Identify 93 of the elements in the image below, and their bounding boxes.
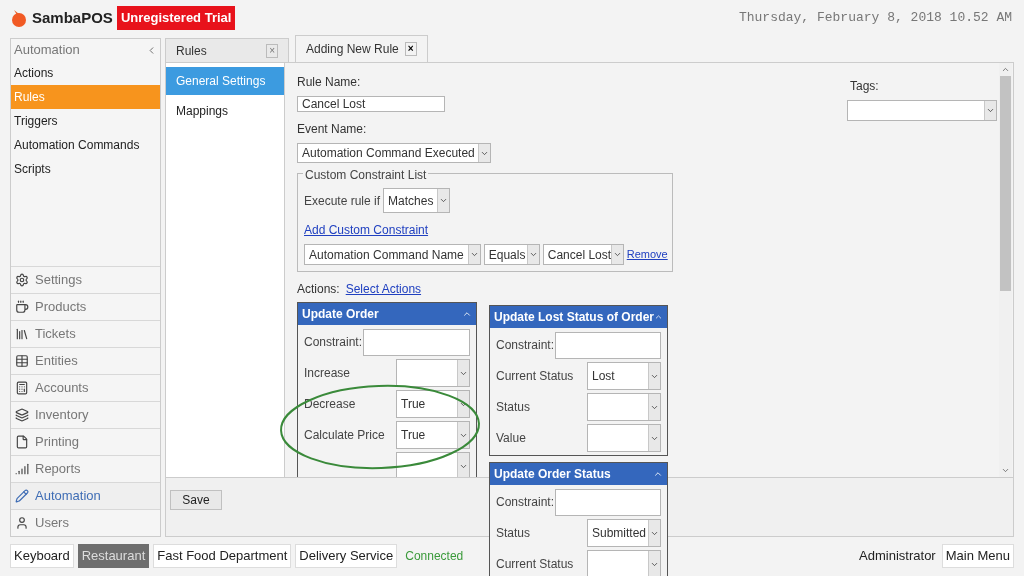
module-item[interactable]: Users	[11, 509, 160, 536]
field-label: Constraint:	[496, 337, 555, 354]
caret-icon	[986, 106, 995, 115]
card-title: Update Order	[302, 306, 379, 323]
field-label: Rule Name:	[297, 74, 362, 91]
module-item[interactable]: Products	[11, 293, 160, 320]
tab[interactable]: Adding New Rule ×	[295, 35, 428, 62]
bars-icon	[15, 462, 29, 476]
dropdown[interactable]: Automation Command Name	[304, 244, 481, 265]
remove-link[interactable]: Remove	[626, 246, 668, 263]
input-field[interactable]: Cancel Lost	[297, 96, 445, 112]
caret-icon	[612, 250, 622, 259]
calculator-icon	[15, 381, 29, 395]
close-button[interactable]: ×	[404, 42, 417, 56]
field-label: Current Status	[496, 556, 574, 573]
field-label: Tags:	[849, 78, 880, 95]
dropdown[interactable]	[847, 100, 997, 121]
dropdown[interactable]	[396, 359, 470, 387]
department-button[interactable]: Fast Food Department	[153, 544, 292, 568]
field-label: Constraint:	[496, 494, 555, 511]
tab[interactable]: Rules ×	[165, 38, 289, 62]
main-menu-button[interactable]: Main Menu	[941, 544, 1014, 568]
dropdown[interactable]: Lost	[587, 362, 661, 390]
dropdown[interactable]	[587, 550, 661, 576]
subnav-item[interactable]: Mappings	[166, 97, 284, 125]
date-time: Thursday, February 8, 2018 10.52 AM	[738, 9, 1012, 28]
field-label: Increase	[304, 365, 351, 382]
books-icon	[15, 327, 29, 341]
caret-icon	[469, 250, 479, 259]
pencil-icon	[15, 489, 29, 503]
collapse-icon[interactable]	[654, 312, 663, 322]
brand-name: SambaPOS	[32, 7, 113, 28]
field-label: Calculate Price	[304, 427, 385, 444]
sidebar-item[interactable]: Triggers	[11, 109, 160, 133]
module-item[interactable]: Automation	[11, 482, 160, 509]
module-item[interactable]: Settings	[11, 266, 160, 293]
user-name: Administrator	[859, 547, 936, 566]
module-item[interactable]: Inventory	[11, 401, 160, 428]
dropdown[interactable]: Matches	[383, 188, 451, 213]
module-item[interactable]: Entities	[11, 347, 160, 374]
sidebar-item[interactable]: Scripts	[11, 157, 160, 181]
connection-status: Connected	[405, 548, 464, 565]
module-item[interactable]: Printing	[11, 428, 160, 455]
scroll-up-icon[interactable]	[1001, 65, 1010, 74]
card-title: Update Lost Status of Order	[494, 309, 654, 326]
logo-icon	[10, 8, 28, 28]
dropdown[interactable]	[587, 393, 661, 421]
field-label: Current Status	[496, 368, 574, 385]
caret-icon	[439, 196, 449, 205]
dropdown[interactable]: Cancel Lost	[542, 244, 624, 265]
collapse-icon[interactable]	[462, 309, 472, 319]
add-constraint-link[interactable]: Add Custom Constraint	[304, 221, 429, 239]
department-button[interactable]: Restaurant	[77, 544, 150, 568]
dropdown[interactable]	[587, 424, 661, 452]
person-icon	[15, 516, 29, 530]
select-actions-link[interactable]: Select Actions	[345, 280, 422, 298]
field-label: Value	[496, 430, 526, 447]
department-button[interactable]: Keyboard	[10, 544, 74, 568]
trial-badge: Unregistered Trial	[116, 6, 236, 30]
field-label: Decrease	[304, 396, 356, 413]
dropdown[interactable]: Submitted	[587, 519, 661, 547]
input-field[interactable]	[555, 331, 661, 359]
module-item[interactable]: Tickets	[11, 320, 160, 347]
gear-icon	[15, 273, 29, 287]
layers-icon	[15, 408, 29, 422]
table-icon	[15, 354, 29, 368]
field-label: Status	[496, 525, 531, 542]
scroll-thumb[interactable]	[1000, 76, 1011, 291]
field-label: Status	[496, 399, 531, 416]
save-button[interactable]: Save	[170, 490, 222, 510]
dropdown[interactable]: Equals	[483, 244, 540, 265]
field-label: Execute rule if	[304, 192, 381, 210]
cup-icon	[15, 300, 29, 314]
dropdown[interactable]	[396, 452, 470, 477]
collapse-icon[interactable]	[653, 469, 663, 479]
document-icon	[15, 435, 29, 449]
dropdown[interactable]: Automation Command Executed	[297, 143, 491, 163]
card-title: Update Order Status	[494, 466, 611, 483]
field-label: Actions:	[297, 281, 340, 298]
close-button[interactable]: ×	[266, 43, 278, 58]
caret-icon	[528, 250, 538, 259]
sidebar-item[interactable]: Automation Commands	[11, 133, 160, 157]
input-field[interactable]	[555, 488, 661, 516]
input-field[interactable]	[363, 328, 470, 356]
scroll-down-icon[interactable]	[1001, 466, 1010, 475]
field-label: Constraint:	[304, 334, 363, 351]
dropdown[interactable]: True	[396, 390, 470, 418]
sidebar-item[interactable]: Actions	[11, 61, 160, 85]
module-item[interactable]: Accounts	[11, 374, 160, 401]
sidebar-title: Automation	[14, 41, 80, 60]
dropdown[interactable]: True	[396, 421, 470, 449]
department-button[interactable]: Delivery Service	[295, 544, 398, 568]
field-label: Event Name:	[297, 121, 368, 138]
